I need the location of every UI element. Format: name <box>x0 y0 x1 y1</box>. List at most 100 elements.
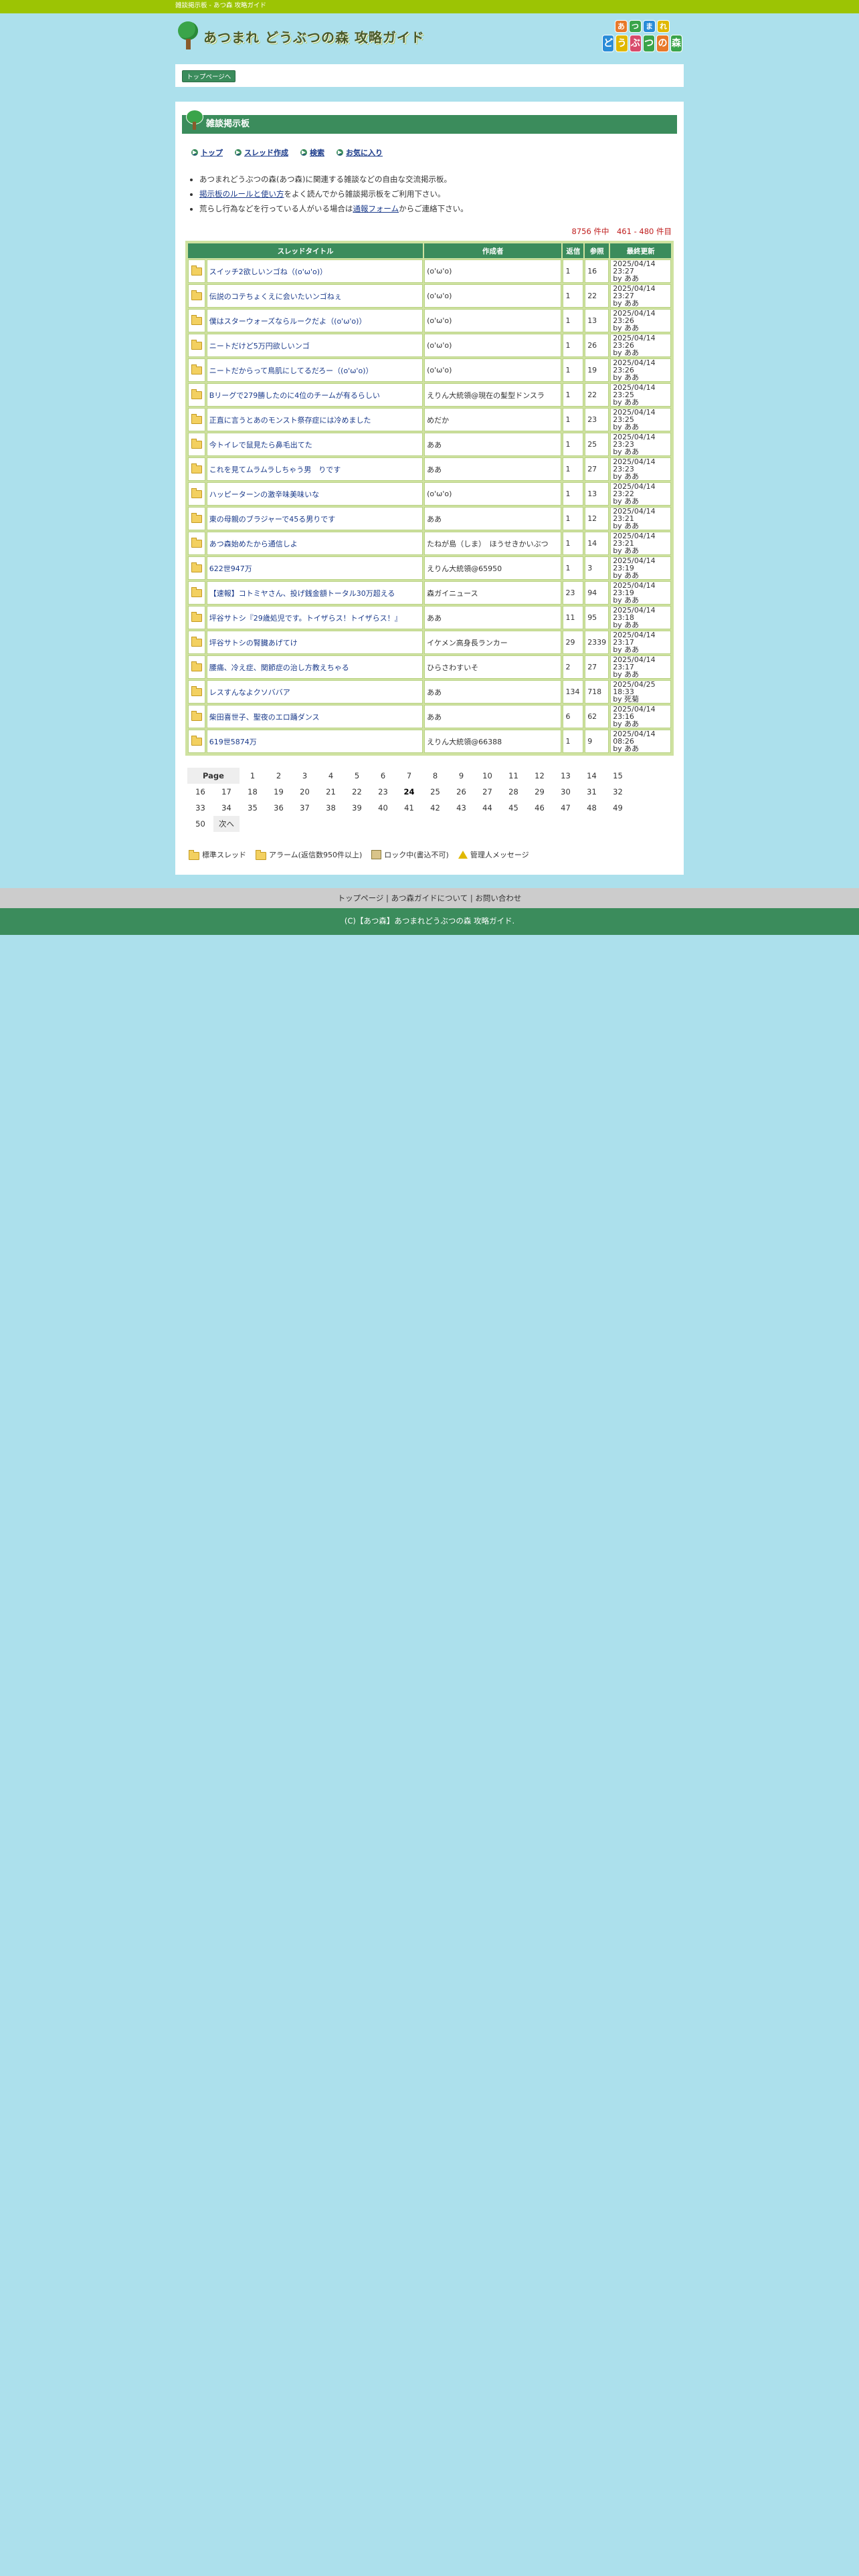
note-text: からご連絡下さい。 <box>399 204 468 213</box>
page-link[interactable]: 2 <box>266 768 292 784</box>
page-link[interactable]: 39 <box>344 800 370 816</box>
thread-author: ああ <box>424 433 562 456</box>
last-updated: 2025/04/14 23:25 by ああ <box>610 408 671 431</box>
page-link[interactable]: 37 <box>292 800 318 816</box>
page-link[interactable]: 5 <box>344 768 370 784</box>
page-link[interactable]: 36 <box>266 800 292 816</box>
last-updated: 2025/04/25 18:33 by 死菊 <box>610 680 671 704</box>
page-link[interactable]: 3 <box>292 768 318 784</box>
page-link[interactable]: 43 <box>448 800 474 816</box>
nav-create-thread-link[interactable]: ▶ スレッド作成 <box>235 147 288 158</box>
page-link[interactable]: 32 <box>605 784 631 800</box>
thread-title-link[interactable]: 【速報】コトミヤさん、投げ銭金額トータル30万超える <box>206 581 423 605</box>
thread-title-link[interactable]: 正直に言うとあのモンスト祭存症には冷めました <box>206 408 423 431</box>
update-by: by ああ <box>613 621 640 629</box>
update-date: 2025/04/14 23:17 <box>613 631 656 647</box>
page-link[interactable]: 28 <box>500 784 527 800</box>
report-form-link[interactable]: 通報フォーム <box>353 204 399 213</box>
arrow-icon: ▶ <box>337 149 343 156</box>
folder-cell <box>188 705 205 728</box>
nav-search-link[interactable]: ▶ 検索 <box>300 147 324 158</box>
page-link[interactable]: 11 <box>500 768 527 784</box>
thread-title-link[interactable]: あつ森始めたから通信しよ <box>206 532 423 555</box>
page-link[interactable]: 29 <box>527 784 553 800</box>
page-link[interactable]: 19 <box>266 784 292 800</box>
folder-cell <box>188 284 205 308</box>
thread-title-link[interactable]: 柴田喜世子、聖夜のエロ踊ダンス <box>206 705 423 728</box>
thread-title-link[interactable]: 622世947万 <box>206 556 423 580</box>
thread-title-link[interactable]: 腰痛、冷え症、関節症の治し方教えちゃる <box>206 655 423 679</box>
thread-title-link[interactable]: 伝説のコテちょくえに会いたいンゴねぇ <box>206 284 423 308</box>
page-link[interactable]: 41 <box>396 800 422 816</box>
thread-title-link[interactable]: 坪谷サトシ『29歳処児です。トイザらス！トイザらス！』 <box>206 606 423 629</box>
page-link[interactable]: 20 <box>292 784 318 800</box>
page-link[interactable]: 48 <box>579 800 605 816</box>
page-link[interactable]: 33 <box>187 800 213 816</box>
reply-count: 1 <box>563 457 584 481</box>
page-link[interactable]: 10 <box>474 768 500 784</box>
page-link[interactable]: 38 <box>318 800 344 816</box>
page-link[interactable]: 8 <box>422 768 448 784</box>
nav-top-link[interactable]: ▶ トップ <box>191 147 223 158</box>
header-replies: 返信 <box>563 243 584 258</box>
page-link[interactable]: 50 <box>187 816 213 832</box>
top-page-button[interactable]: トップページへ <box>182 70 236 82</box>
page-link[interactable]: 17 <box>213 784 240 800</box>
page-link[interactable]: 35 <box>240 800 266 816</box>
update-by: by ああ <box>613 546 640 555</box>
thread-title-link[interactable]: これを見てムラムラしちゃう男 りです <box>206 457 423 481</box>
page-link[interactable]: 40 <box>370 800 396 816</box>
top-bar-text: 雑談掲示板 - あつ森 攻略ガイド <box>175 2 266 9</box>
page-link[interactable]: 14 <box>579 768 605 784</box>
page-link[interactable]: 44 <box>474 800 500 816</box>
page-link[interactable]: 12 <box>527 768 553 784</box>
thread-title-link[interactable]: Bリーグで279勝したのに4位のチームが有るらしい <box>206 383 423 407</box>
page-link[interactable]: 21 <box>318 784 344 800</box>
page-link[interactable]: 7 <box>396 768 422 784</box>
next-page-link[interactable]: 次へ <box>213 816 240 832</box>
page-link[interactable]: 15 <box>605 768 631 784</box>
page-link[interactable]: 45 <box>500 800 527 816</box>
page-link[interactable]: 49 <box>605 800 631 816</box>
page-link[interactable]: 31 <box>579 784 605 800</box>
page-link[interactable]: 30 <box>553 784 579 800</box>
thread-title-link[interactable]: レスすんなよクソババア <box>206 680 423 704</box>
page-link[interactable]: 46 <box>527 800 553 816</box>
page-link[interactable]: 42 <box>422 800 448 816</box>
thread-title-link[interactable]: 僕はスターウォーズならルークだよ（(o'ω'o)） <box>206 309 423 332</box>
footer-link-contact[interactable]: お問い合わせ <box>475 893 521 903</box>
thread-title-link[interactable]: ハッピーターンの激辛味美味いな <box>206 482 423 506</box>
page-link[interactable]: 23 <box>370 784 396 800</box>
page-link[interactable]: 13 <box>553 768 579 784</box>
thread-title-link[interactable]: スイッチ2欲しいンゴね（(o'ω'o)） <box>206 259 423 283</box>
thread-title-link[interactable]: 坪谷サトシの腎臓あげてけ <box>206 631 423 654</box>
page-link[interactable]: 25 <box>422 784 448 800</box>
update-date: 2025/04/14 23:26 <box>613 358 656 374</box>
thread-title-link[interactable]: 619世5874万 <box>206 730 423 753</box>
page-link[interactable]: 34 <box>213 800 240 816</box>
page-link[interactable]: 47 <box>553 800 579 816</box>
page-link[interactable]: 22 <box>344 784 370 800</box>
page-link[interactable]: 6 <box>370 768 396 784</box>
thread-title-link[interactable]: ニートだからって鳥肌にしてるだろー（(o'ω'o)） <box>206 358 423 382</box>
thread-title-link[interactable]: ニートだけど5万円欲しいンゴ <box>206 334 423 357</box>
thread-title-link[interactable]: 東の母親のブラジャーで45る男りです <box>206 507 423 530</box>
footer-link-top[interactable]: トップページ <box>338 893 384 903</box>
site-logo[interactable]: あつまれ どうぶつの森 攻略ガイド <box>177 21 425 51</box>
footer-link-about[interactable]: あつ森ガイドについて <box>391 893 468 903</box>
nav-favorites-link[interactable]: ▶ お気に入り <box>337 147 383 158</box>
page-link[interactable]: 16 <box>187 784 213 800</box>
reply-count: 1 <box>563 358 584 382</box>
page-link[interactable]: 18 <box>240 784 266 800</box>
rules-link[interactable]: 掲示板のルールと使い方 <box>199 189 284 199</box>
page-link[interactable]: 9 <box>448 768 474 784</box>
page-link[interactable]: 4 <box>318 768 344 784</box>
nav-label: お気に入り <box>346 148 383 157</box>
thread-title-link[interactable]: 今トイレで鼠見たら鼻毛出てた <box>206 433 423 456</box>
table-header-row: スレッドタイトル 作成者 返信 参照 最終更新 <box>188 243 671 258</box>
page-link[interactable]: 26 <box>448 784 474 800</box>
page-link[interactable]: 1 <box>240 768 266 784</box>
arrow-icon: ▶ <box>235 149 242 156</box>
page-link[interactable]: 27 <box>474 784 500 800</box>
folder-icon <box>191 612 202 622</box>
